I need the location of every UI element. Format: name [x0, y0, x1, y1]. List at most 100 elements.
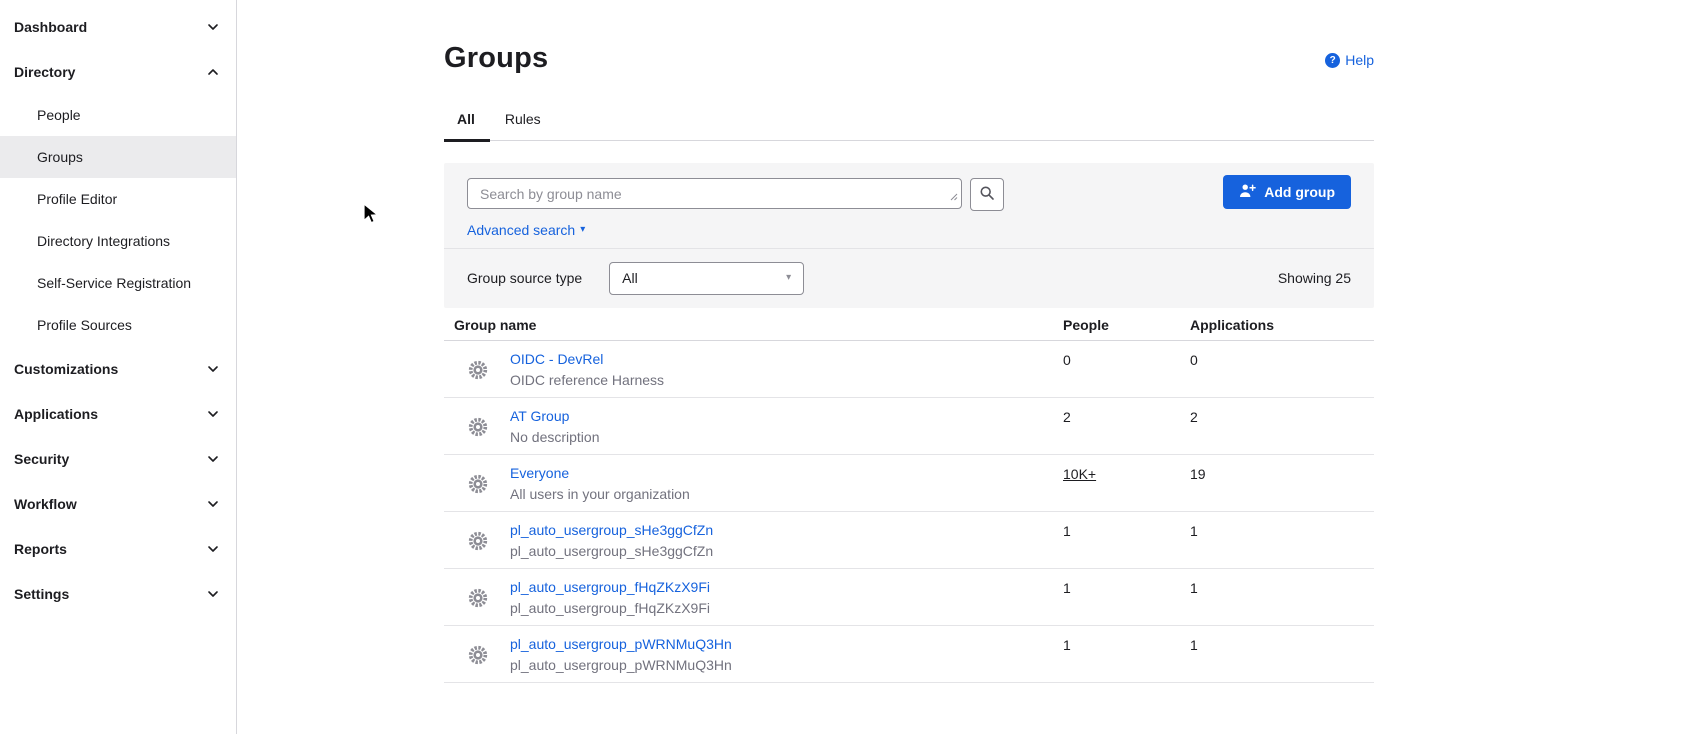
group-gear-icon: [467, 587, 489, 609]
table-row: AT Group No description 2 2: [444, 398, 1374, 455]
sidebar-item-workflow[interactable]: Workflow: [0, 481, 236, 526]
group-gear-icon: [467, 644, 489, 666]
chevron-down-icon: ▾: [786, 273, 791, 283]
sidebar-item-label: Security: [14, 451, 69, 467]
sidebar-item-label: Directory Integrations: [37, 233, 170, 249]
group-name-link[interactable]: pl_auto_usergroup_pWRNMuQ3Hn: [510, 636, 732, 652]
people-count: 0: [1063, 341, 1190, 368]
sidebar-item-directory[interactable]: Directory: [0, 49, 236, 94]
dropdown-selected-value: All: [622, 270, 638, 286]
search-section: Add group Advanced search ▾: [444, 163, 1374, 249]
sidebar-item-label: Customizations: [14, 361, 118, 377]
tab-all[interactable]: All: [444, 101, 490, 141]
group-gear-icon: [467, 530, 489, 552]
group-description: pl_auto_usergroup_sHe3ggCfZn: [510, 543, 713, 559]
group-name-link[interactable]: pl_auto_usergroup_sHe3ggCfZn: [510, 522, 713, 538]
sidebar-item-self-service-registration[interactable]: Self-Service Registration: [0, 262, 236, 304]
sidebar-item-dashboard[interactable]: Dashboard: [0, 4, 236, 49]
filter-section: Group source type All ▾ Showing 25: [444, 249, 1374, 307]
people-count: 1: [1063, 512, 1190, 539]
chevron-down-icon: [206, 407, 220, 421]
people-count: 1: [1063, 569, 1190, 596]
group-name-link[interactable]: pl_auto_usergroup_fHqZKzX9Fi: [510, 579, 710, 595]
applications-count: 1: [1190, 569, 1374, 596]
applications-count: 1: [1190, 512, 1374, 539]
search-icon: [979, 185, 995, 204]
table-header-row: Group name People Applications: [444, 308, 1374, 341]
sidebar-item-label: Directory: [14, 64, 75, 80]
sidebar-item-groups[interactable]: Groups: [0, 136, 236, 178]
sidebar-item-label: Applications: [14, 406, 98, 422]
showing-count: Showing 25: [1278, 270, 1351, 286]
search-input[interactable]: [467, 178, 962, 209]
applications-count: 0: [1190, 341, 1374, 368]
group-name-link[interactable]: OIDC - DevRel: [510, 351, 664, 367]
sidebar-item-label: Workflow: [14, 496, 77, 512]
sidebar-item-people[interactable]: People: [0, 94, 236, 136]
applications-count: 1: [1190, 626, 1374, 653]
table-row: pl_auto_usergroup_sHe3ggCfZn pl_auto_use…: [444, 512, 1374, 569]
group-name-link[interactable]: AT Group: [510, 408, 600, 424]
advanced-search-link[interactable]: Advanced search ▾: [467, 222, 585, 238]
sidebar-item-label: People: [37, 107, 81, 123]
chevron-down-icon: [206, 542, 220, 556]
chevron-down-icon: [206, 497, 220, 511]
group-gear-icon: [467, 416, 489, 438]
group-gear-icon: [467, 473, 489, 495]
help-icon: ?: [1325, 53, 1340, 68]
applications-count: 19: [1190, 455, 1374, 482]
people-count: 1: [1063, 626, 1190, 653]
sidebar-item-profile-editor[interactable]: Profile Editor: [0, 178, 236, 220]
advanced-search-label: Advanced search: [467, 222, 575, 238]
sidebar-item-directory-integrations[interactable]: Directory Integrations: [0, 220, 236, 262]
chevron-down-icon: [206, 20, 220, 34]
tab-rules[interactable]: Rules: [490, 101, 556, 141]
applications-count: 2: [1190, 398, 1374, 425]
chevron-down-icon: [206, 452, 220, 466]
group-description: No description: [510, 429, 600, 445]
help-label: Help: [1345, 52, 1374, 68]
add-group-label: Add group: [1264, 184, 1335, 200]
page-title: Groups: [444, 42, 548, 75]
add-group-button[interactable]: Add group: [1223, 175, 1351, 209]
add-person-icon: [1239, 183, 1256, 201]
sidebar-item-security[interactable]: Security: [0, 436, 236, 481]
sidebar-item-label: Groups: [37, 149, 83, 165]
column-header-group-name: Group name: [444, 308, 1063, 333]
table-row: OIDC - DevRel OIDC reference Harness 0 0: [444, 341, 1374, 398]
group-source-type-label: Group source type: [467, 270, 582, 286]
sidebar-item-settings[interactable]: Settings: [0, 571, 236, 616]
help-link[interactable]: ? Help: [1325, 52, 1374, 68]
tab-bar: All Rules: [444, 101, 1374, 141]
column-header-people: People: [1063, 308, 1190, 333]
main-area: Groups ? Help All Rules: [237, 0, 1687, 734]
people-count-link[interactable]: 10K+: [1063, 466, 1096, 482]
sidebar-item-customizations[interactable]: Customizations: [0, 346, 236, 391]
sidebar-item-label: Reports: [14, 541, 67, 557]
group-description: OIDC reference Harness: [510, 372, 664, 388]
search-filter-panel: Add group Advanced search ▾ Group source…: [444, 163, 1374, 308]
group-description: pl_auto_usergroup_pWRNMuQ3Hn: [510, 657, 732, 673]
table-row: pl_auto_usergroup_fHqZKzX9Fi pl_auto_use…: [444, 569, 1374, 626]
sidebar-item-reports[interactable]: Reports: [0, 526, 236, 571]
column-header-applications: Applications: [1190, 308, 1374, 333]
chevron-down-icon: [206, 362, 220, 376]
sidebar-item-label: Settings: [14, 586, 69, 602]
sidebar-item-profile-sources[interactable]: Profile Sources: [0, 304, 236, 346]
table-row: pl_auto_usergroup_pWRNMuQ3Hn pl_auto_use…: [444, 626, 1374, 683]
sidebar-item-label: Dashboard: [14, 19, 87, 35]
people-count: 2: [1063, 398, 1190, 425]
caret-down-icon: ▾: [580, 225, 585, 235]
sidebar-item-label: Profile Editor: [37, 191, 117, 207]
sidebar: Dashboard Directory People Groups Profil…: [0, 0, 237, 734]
group-description: All users in your organization: [510, 486, 690, 502]
group-name-link[interactable]: Everyone: [510, 465, 690, 481]
sidebar-item-applications[interactable]: Applications: [0, 391, 236, 436]
group-source-type-dropdown[interactable]: All ▾: [609, 262, 804, 295]
groups-table: Group name People Applications OIDC - De…: [444, 308, 1374, 683]
sidebar-item-label: Profile Sources: [37, 317, 132, 333]
search-button[interactable]: [970, 178, 1004, 211]
table-row: Everyone All users in your organization …: [444, 455, 1374, 512]
group-gear-icon: [467, 359, 489, 381]
chevron-down-icon: [206, 587, 220, 601]
